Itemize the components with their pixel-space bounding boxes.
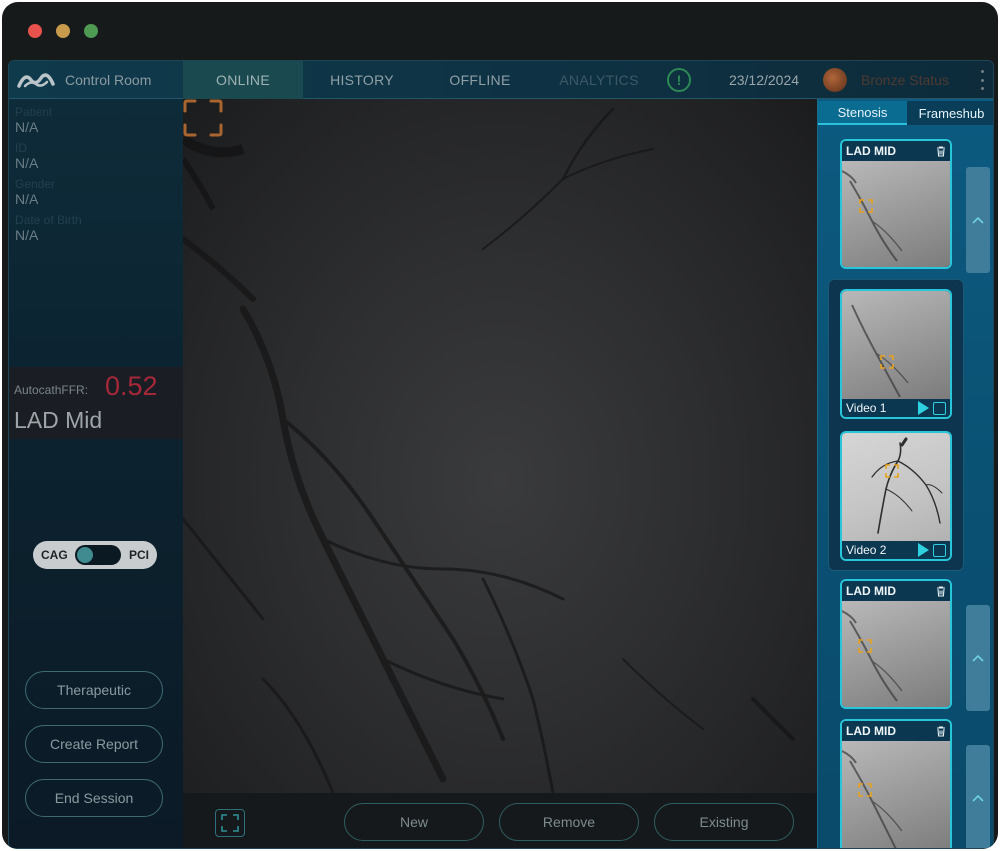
trash-icon[interactable] <box>936 145 946 157</box>
video-thumbnail <box>842 291 950 399</box>
patient-label: Patient <box>15 105 53 119</box>
chevron-up-icon <box>972 216 984 224</box>
tab-analytics[interactable]: ANALYTICS <box>539 61 659 99</box>
card-thumbnail <box>842 161 950 267</box>
select-box-icon[interactable] <box>933 401 946 415</box>
stenosis-marker-icon <box>858 639 872 653</box>
stenosis-card[interactable]: LAD MID <box>840 719 952 848</box>
tab-stenosis[interactable]: Stenosis <box>818 101 907 125</box>
video-label: Video 1 <box>846 401 887 415</box>
select-box-icon[interactable] <box>933 543 946 557</box>
tab-offline[interactable]: OFFLINE <box>421 61 539 99</box>
collapse-card-button[interactable] <box>966 167 990 273</box>
session-date: 23/12/2024 <box>728 72 800 88</box>
ffr-segment: LAD Mid <box>14 407 103 433</box>
id-label: ID <box>15 141 27 155</box>
tab-online[interactable]: ONLINE <box>183 61 303 99</box>
viewer-toolbar: New Remove Existing <box>183 793 817 848</box>
end-session-button[interactable]: End Session <box>25 779 163 817</box>
focus-icon <box>221 814 239 832</box>
video-label: Video 2 <box>846 543 887 557</box>
card-header: LAD MID <box>842 141 950 161</box>
existing-button[interactable]: Existing <box>654 803 794 841</box>
app-window: Control Room ONLINE HISTORY OFFLINE ANAL… <box>2 2 998 849</box>
card-thumbnail <box>842 741 950 848</box>
bronze-badge-icon <box>823 68 847 92</box>
maximize-window-button[interactable] <box>84 24 98 38</box>
left-panel: Patient N/A ID N/A Gender N/A Date of Bi… <box>9 99 183 848</box>
toggle-right-label: PCI <box>128 548 149 562</box>
cag-pci-toggle[interactable]: CAG PCI <box>33 541 157 569</box>
toggle-knob[interactable] <box>77 547 93 563</box>
dob-value: N/A <box>15 227 39 243</box>
card-title: LAD MID <box>846 144 896 158</box>
trash-icon[interactable] <box>936 585 946 597</box>
control-room-app: Control Room ONLINE HISTORY OFFLINE ANAL… <box>8 60 994 849</box>
video-card[interactable]: Video 2 <box>840 431 952 561</box>
angiogram-image <box>183 107 795 793</box>
ffr-value: 0.52 <box>105 371 158 401</box>
collapse-card-button[interactable] <box>966 745 990 848</box>
dob-label: Date of Birth <box>15 213 82 227</box>
create-report-button[interactable]: Create Report <box>25 725 163 763</box>
right-panel-tabs: Stenosis Frameshub <box>818 101 993 125</box>
tab-history[interactable]: HISTORY <box>303 61 421 99</box>
patient-info: Patient N/A ID N/A Gender N/A Date of Bi… <box>15 105 179 243</box>
chevron-up-icon <box>972 654 984 662</box>
card-header: LAD MID <box>842 581 950 601</box>
gender-value: N/A <box>15 191 39 207</box>
stenosis-card[interactable]: LAD MID <box>840 139 952 269</box>
close-window-button[interactable] <box>28 24 42 38</box>
video-card[interactable]: Video 1 <box>840 289 952 419</box>
brand-logo-icon <box>17 73 55 88</box>
brand: Control Room <box>17 61 151 99</box>
stenosis-marker-icon <box>885 464 899 478</box>
video-controls <box>918 401 946 415</box>
card-title: LAD MID <box>846 724 896 738</box>
toggle-left-label: CAG <box>41 548 68 562</box>
new-button[interactable]: New <box>344 803 484 841</box>
therapeutic-button[interactable]: Therapeutic <box>25 671 163 709</box>
app-title: Control Room <box>65 72 152 88</box>
collapse-card-button[interactable] <box>966 605 990 711</box>
chevron-up-icon <box>972 794 984 802</box>
more-menu-icon[interactable] <box>977 70 987 90</box>
video-thumbnail <box>842 433 950 541</box>
card-title: LAD MID <box>846 584 896 598</box>
play-icon[interactable] <box>918 401 929 415</box>
alert-icon[interactable]: ! <box>667 68 691 92</box>
focus-bracket-icon[interactable] <box>183 99 223 137</box>
focus-toggle-button[interactable] <box>215 809 245 837</box>
remove-button[interactable]: Remove <box>499 803 639 841</box>
card-header: LAD MID <box>842 721 950 741</box>
minimize-window-button[interactable] <box>56 24 70 38</box>
tab-frameshub[interactable]: Frameshub <box>907 101 993 125</box>
video-card-footer: Video 2 <box>842 541 950 559</box>
video-controls <box>918 543 946 557</box>
patient-value: N/A <box>15 119 39 135</box>
stenosis-marker-icon <box>858 783 872 797</box>
stenosis-marker-icon <box>859 199 873 213</box>
trash-icon[interactable] <box>936 725 946 737</box>
ffr-result: AutocathFFR: 0.52 LAD Mid <box>9 367 183 439</box>
gender-label: Gender <box>15 177 56 191</box>
stenosis-card[interactable]: LAD MID <box>840 579 952 709</box>
stenosis-marker-icon <box>880 355 894 369</box>
play-icon[interactable] <box>918 543 929 557</box>
angiogram-viewer[interactable] <box>183 99 817 793</box>
ffr-label: AutocathFFR: <box>14 383 89 397</box>
video-card-footer: Video 1 <box>842 399 950 417</box>
window-controls <box>28 24 98 38</box>
top-nav: Control Room ONLINE HISTORY OFFLINE ANAL… <box>9 61 993 99</box>
status-label: Bronze Status <box>861 72 949 88</box>
right-panel: Stenosis Frameshub LAD MID Video 1 Video… <box>817 99 993 848</box>
card-thumbnail <box>842 601 950 707</box>
id-value: N/A <box>15 155 39 171</box>
toggle-track[interactable] <box>75 545 121 565</box>
